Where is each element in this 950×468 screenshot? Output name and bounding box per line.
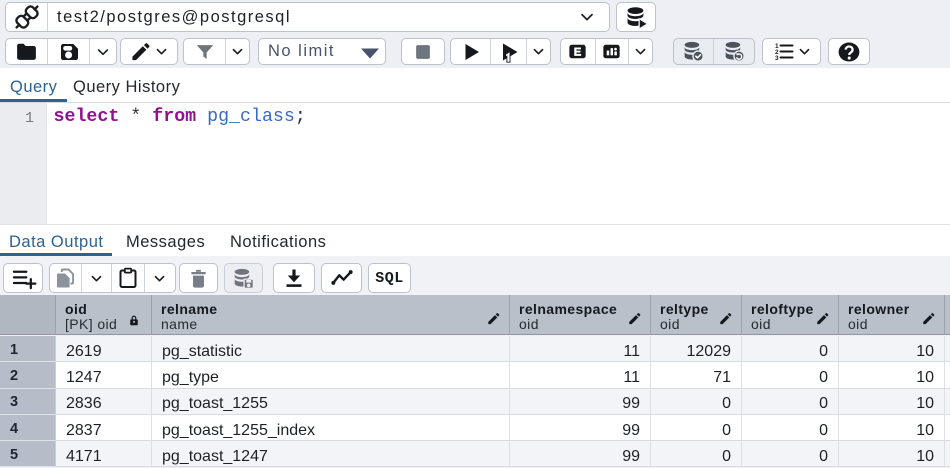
- svg-text:3: 3: [775, 55, 779, 62]
